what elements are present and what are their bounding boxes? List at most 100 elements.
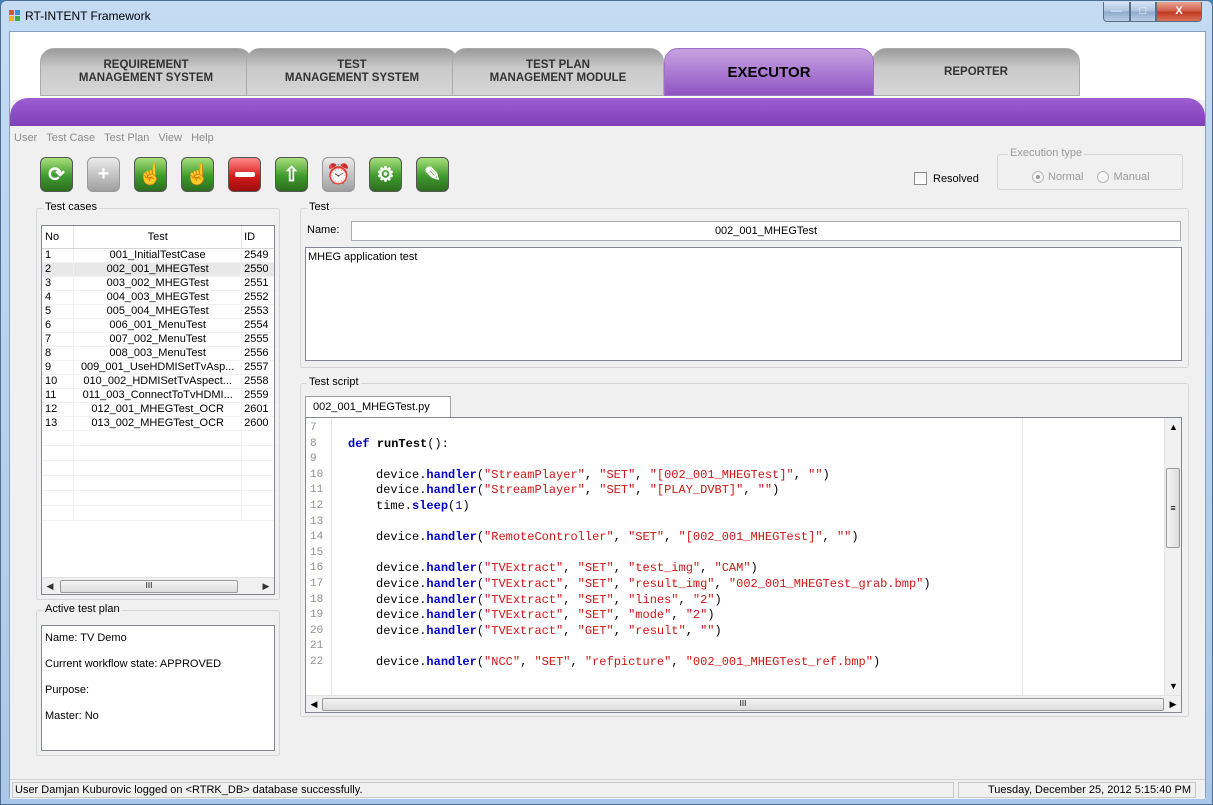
cell-test: 008_003_MenuTest (73, 346, 243, 361)
radio-manual[interactable]: Manual (1097, 171, 1150, 183)
scroll-left-arrow-icon[interactable]: ◀ (307, 697, 321, 712)
scroll-right-arrow-icon[interactable]: ▶ (1166, 697, 1180, 712)
column-header-id[interactable]: ID (241, 226, 274, 249)
scroll-thumb[interactable]: III (60, 580, 238, 593)
table-row[interactable]: 6 006_001_MenuTest 2554 (42, 318, 274, 333)
scroll-left-arrow-icon[interactable]: ◀ (43, 579, 57, 594)
test-cases-hscrollbar[interactable]: ◀ III ▶ (42, 577, 274, 594)
tab-executor[interactable]: EXECUTOR (664, 48, 874, 96)
script-hscrollbar[interactable]: ◀ III ▶ (306, 695, 1181, 712)
table-row[interactable]: 9 009_001_UseHDMISetTvAsp... 2557 (42, 360, 274, 375)
table-row[interactable]: 8 008_003_MenuTest 2556 (42, 346, 274, 361)
line-number: 9 (310, 453, 317, 466)
refresh-icon[interactable]: ⟳ (40, 157, 73, 192)
tab-test-plan-management[interactable]: TEST PLAN MANAGEMENT MODULE (452, 48, 664, 96)
cell-test: 009_001_UseHDMISetTvAsp... (73, 360, 243, 375)
table-row[interactable]: 10 010_002_HDMISetTvAspect... 2558 (42, 374, 274, 389)
empty-row (42, 460, 274, 476)
cell-id: 2600 (241, 416, 274, 431)
run-icon[interactable]: ☝ (134, 157, 167, 192)
line-number: 7 (310, 422, 317, 434)
tab-test-management[interactable]: TEST MANAGEMENT SYSTEM (246, 48, 458, 96)
code-line: device.handler("TVExtract", "SET", "resu… (376, 577, 931, 591)
export-icon[interactable]: ⇧ (275, 157, 308, 192)
status-bar: User Damjan Kuburovic logged on <RTRK_DB… (10, 779, 1205, 799)
cell-test: 002_001_MHEGTest (73, 262, 243, 277)
table-row[interactable]: 12 012_001_MHEGTest_OCR 2601 (42, 402, 274, 417)
table-row[interactable]: 2 002_001_MHEGTest 2550 (42, 262, 274, 277)
cell-test: 003_002_MHEGTest (73, 276, 243, 291)
line-number: 16 (310, 562, 324, 575)
table-row[interactable]: 1 001_InitialTestCase 2549 (42, 248, 274, 263)
cell-id: 2549 (241, 248, 274, 263)
scroll-up-arrow-icon[interactable]: ▲ (1165, 420, 1181, 435)
schedule-icon[interactable]: ⏰ (322, 157, 355, 192)
plan-name: Name: TV Demo (45, 632, 127, 644)
table-row[interactable]: 3 003_002_MHEGTest 2551 (42, 276, 274, 291)
tab-reporter[interactable]: REPORTER (872, 48, 1080, 96)
line-number: 22 (310, 656, 324, 668)
tab-requirement-management[interactable]: REQUIREMENT MANAGEMENT SYSTEM (40, 48, 252, 96)
scroll-thumb[interactable]: III (322, 698, 1164, 711)
tab-label-line1: TEST (337, 59, 367, 71)
table-row[interactable]: 7 007_002_MenuTest 2555 (42, 332, 274, 347)
code-line: device.handler("StreamPlayer", "SET", "[… (376, 483, 780, 498)
column-header-test[interactable]: Test (73, 226, 243, 249)
scroll-right-arrow-icon[interactable]: ▶ (259, 579, 273, 594)
line-number: 13 (310, 515, 324, 528)
cell-test: 001_InitialTestCase (73, 248, 243, 263)
remove-icon[interactable] (228, 157, 261, 192)
table-row[interactable]: 4 004_003_MHEGTest 2552 (42, 290, 274, 305)
radio-dot[interactable] (1097, 171, 1110, 183)
menu-test-case[interactable]: Test Case (46, 132, 95, 144)
test-description-field[interactable]: MHEG application test (305, 247, 1182, 361)
table-row[interactable]: 11 011_003_ConnectToTvHDMI... 2559 (42, 388, 274, 403)
cell-test: 011_003_ConnectToTvHDMI... (73, 388, 243, 403)
menu-help[interactable]: Help (191, 132, 214, 144)
run-all-icon[interactable]: ☝ (181, 157, 214, 192)
cell-id: 2555 (241, 332, 274, 347)
line-number: 10 (310, 468, 324, 481)
radio-normal-label: Normal (1048, 171, 1084, 183)
minimize-button[interactable]: — (1103, 2, 1130, 22)
code-area[interactable]: def runTest(): device.handler("StreamPlay… (338, 418, 1058, 696)
title-bar[interactable]: RT-INTENT Framework — □ X (1, 1, 1212, 31)
maximize-button[interactable]: □ (1130, 2, 1156, 22)
scroll-down-arrow-icon[interactable]: ▼ (1165, 679, 1181, 694)
script-editor[interactable]: 7 8 9 10 11 12 13 14 15 16 17 18 19 20 21 22 def runTes… (305, 417, 1182, 713)
test-group: Test Name: 002_001_MHEGTest MHEG applica… (300, 201, 1189, 368)
radio-dot[interactable] (1032, 171, 1044, 183)
line-number: 17 (310, 578, 324, 590)
menu-test-plan[interactable]: Test Plan (104, 132, 149, 144)
radio-normal[interactable]: Normal (1032, 171, 1083, 183)
close-button[interactable]: X (1156, 2, 1202, 22)
menu-user[interactable]: User (14, 132, 37, 144)
checkbox-box[interactable] (914, 172, 927, 185)
empty-row (42, 445, 274, 461)
settings-icon[interactable]: ⚙ (369, 157, 402, 192)
line-number-gutter: 7 8 9 10 11 12 13 14 15 16 17 18 19 20 21 22 (306, 418, 332, 696)
empty-row (42, 490, 274, 506)
resolved-checkbox[interactable]: Resolved (914, 172, 979, 185)
edit-glyph: ✎ (424, 164, 441, 186)
plan-purpose: Purpose: (45, 684, 90, 696)
column-header-no[interactable]: No (42, 226, 75, 249)
cell-test: 005_004_MHEGTest (73, 304, 243, 319)
menu-view[interactable]: View (158, 132, 182, 144)
code-line: device.handler("TVExtract", "GET", "resu… (376, 623, 722, 638)
table-row[interactable]: 5 005_004_MHEGTest 2553 (42, 304, 274, 319)
edit-icon[interactable]: ✎ (416, 157, 449, 192)
schedule-glyph: ⏰ (326, 164, 351, 186)
script-vscrollbar[interactable]: ▲ ≡ ▼ (1164, 418, 1181, 696)
add-icon[interactable]: + (87, 157, 120, 192)
app-icon (9, 10, 21, 22)
tab-label-line1: EXECUTOR (727, 63, 811, 81)
test-title: Test (307, 201, 332, 213)
execution-type-group: Execution type Normal Manual (997, 147, 1183, 190)
empty-row (42, 505, 274, 521)
cell-no: 6 (42, 318, 75, 333)
table-row[interactable]: 13 013_002_MHEGTest_OCR 2600 (42, 416, 274, 431)
scroll-thumb[interactable]: ≡ (1166, 468, 1180, 548)
test-name-field[interactable]: 002_001_MHEGTest (351, 221, 1181, 241)
script-file-tab[interactable]: 002_001_MHEGTest.py (305, 396, 451, 418)
